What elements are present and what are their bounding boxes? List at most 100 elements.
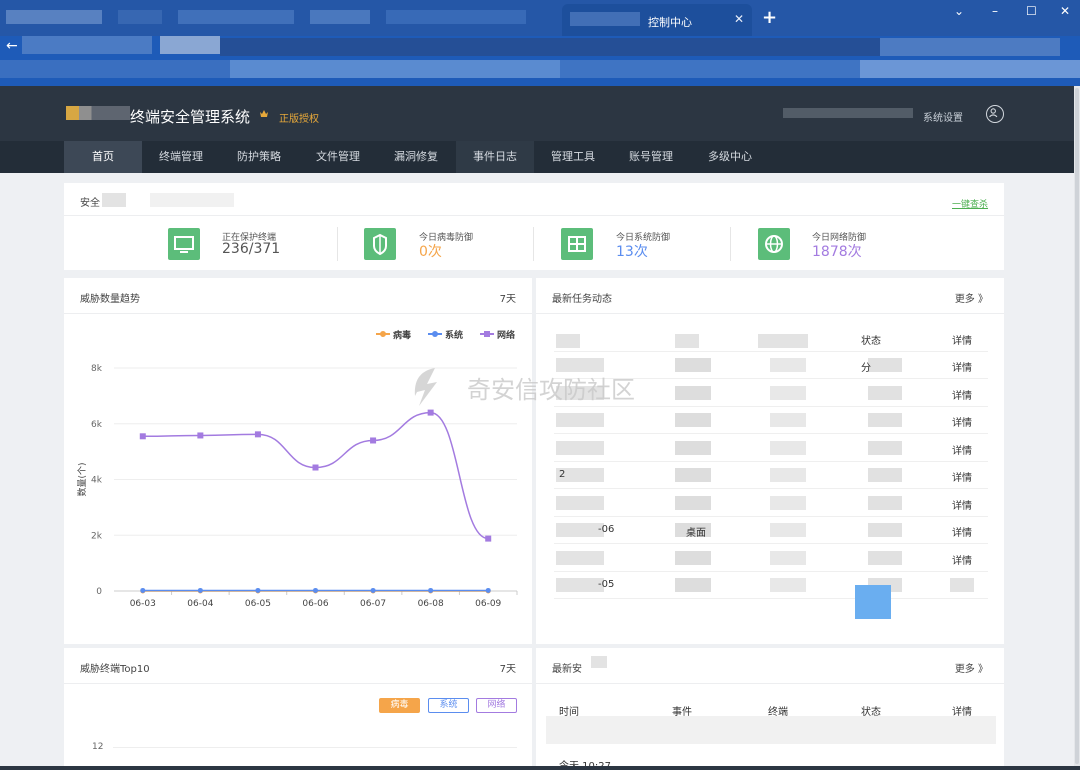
browser-address-bar: ← bbox=[0, 36, 1080, 86]
detail-link[interactable]: 详情 bbox=[952, 414, 972, 429]
tasks-more-link[interactable]: 更多 》 bbox=[955, 290, 988, 305]
shield-icon bbox=[364, 228, 396, 260]
blurred-cell bbox=[675, 385, 711, 400]
task-cell-text: 桌面 bbox=[686, 528, 706, 539]
data-point bbox=[254, 431, 261, 438]
nav-item-terminal[interactable]: 终端管理 bbox=[142, 141, 220, 173]
divider bbox=[536, 683, 1004, 684]
dropdown-icon[interactable]: ⌄ bbox=[954, 4, 964, 18]
legend-network[interactable]: 网络 bbox=[497, 328, 515, 341]
blurred-tab[interactable] bbox=[6, 10, 102, 24]
blurred-tab[interactable] bbox=[310, 10, 370, 24]
x-tick-label: 06-07 bbox=[360, 599, 386, 609]
stat-value: 0次 bbox=[419, 244, 442, 260]
nav-item-policy[interactable]: 防护策略 bbox=[220, 141, 298, 173]
blurred-bookmarks bbox=[230, 60, 560, 78]
data-point bbox=[313, 587, 318, 593]
blurred-header bbox=[556, 334, 580, 348]
divider bbox=[337, 227, 338, 261]
back-arrow-icon[interactable]: ← bbox=[6, 38, 18, 54]
nav-item-events[interactable]: 事件日志 bbox=[456, 141, 534, 173]
nav-item-tools[interactable]: 管理工具 bbox=[534, 141, 612, 173]
blurred-cell bbox=[868, 550, 902, 565]
nav-item-vuln[interactable]: 漏洞修复 bbox=[377, 141, 455, 173]
watermark-logo-icon bbox=[414, 368, 437, 406]
divider bbox=[730, 227, 731, 261]
blurred-cell bbox=[950, 578, 974, 592]
tab-blur bbox=[570, 12, 640, 26]
data-point bbox=[312, 464, 319, 471]
tab-close-icon[interactable]: ✕ bbox=[734, 12, 744, 26]
detail-link[interactable]: 详情 bbox=[952, 359, 972, 374]
blurred-text bbox=[102, 193, 126, 207]
maximize-icon[interactable]: ☐ bbox=[1026, 4, 1037, 18]
license-label: 正版授权 bbox=[279, 114, 319, 125]
detail-link[interactable]: 详情 bbox=[952, 469, 972, 484]
blurred-tab[interactable] bbox=[118, 10, 162, 24]
blurred-cell bbox=[770, 550, 806, 565]
blurred-row bbox=[546, 716, 996, 744]
x-tick-label: 06-08 bbox=[418, 599, 444, 609]
x-tick-label: 06-09 bbox=[475, 599, 501, 609]
blurred-cell bbox=[675, 578, 711, 592]
legend-system[interactable]: 系统 bbox=[445, 328, 463, 341]
data-point bbox=[139, 433, 146, 440]
filter-network-button[interactable]: 网络 bbox=[476, 698, 517, 713]
trend-range[interactable]: 7天 bbox=[500, 290, 516, 305]
row-divider bbox=[554, 570, 988, 572]
task-cell-text: 2 bbox=[559, 469, 566, 480]
y-tick-label: 4k bbox=[91, 476, 103, 486]
data-point bbox=[485, 587, 491, 593]
one-click-scan-link[interactable]: 一键查杀 bbox=[952, 197, 988, 210]
blurred-cell bbox=[770, 358, 806, 372]
blurred-status-icon bbox=[855, 585, 891, 619]
data-point bbox=[485, 535, 492, 542]
nav-item-multilevel[interactable]: 多级中心 bbox=[690, 141, 770, 173]
column-status: 状态 bbox=[861, 336, 881, 347]
blurred-address bbox=[880, 38, 1060, 56]
security-more-link[interactable]: 更多 》 bbox=[955, 660, 988, 675]
nav-item-accounts[interactable]: 账号管理 bbox=[612, 141, 690, 173]
scrollbar-thumb[interactable] bbox=[1075, 88, 1079, 764]
nav-item-home[interactable]: 首页 bbox=[64, 141, 142, 173]
detail-link[interactable]: 详情 bbox=[952, 497, 972, 512]
close-window-icon[interactable]: ✕ bbox=[1060, 4, 1070, 18]
legend-virus[interactable]: 病毒 bbox=[393, 328, 411, 341]
data-point bbox=[255, 587, 261, 593]
blurred-cell bbox=[868, 385, 902, 400]
stat-value: 236/371 bbox=[222, 241, 281, 257]
blurred-address[interactable] bbox=[22, 36, 152, 54]
blurred-cell bbox=[675, 413, 711, 427]
blurred-cell bbox=[868, 523, 902, 537]
task-cell-text: 分 bbox=[861, 363, 871, 374]
filter-system-button[interactable]: 系统 bbox=[428, 698, 469, 713]
nav-item-files[interactable]: 文件管理 bbox=[299, 141, 377, 173]
system-settings-link[interactable]: 系统设置 bbox=[923, 109, 963, 124]
security-status-panel: 安全 bbox=[64, 183, 1004, 270]
stat-value: 1878次 bbox=[812, 244, 862, 260]
top10-range[interactable]: 7天 bbox=[500, 660, 516, 675]
blurred-tab[interactable] bbox=[178, 10, 294, 24]
detail-link[interactable]: 详情 bbox=[952, 442, 972, 457]
user-avatar-icon[interactable] bbox=[986, 105, 1004, 123]
new-tab-button[interactable]: + bbox=[762, 7, 777, 28]
monitor-icon bbox=[168, 228, 200, 260]
blurred-cell bbox=[556, 495, 604, 510]
blurred-tab[interactable] bbox=[386, 10, 526, 24]
status-title: 安全 bbox=[80, 198, 100, 209]
globe-icon bbox=[758, 228, 790, 260]
page-scrollbar[interactable] bbox=[1074, 86, 1080, 770]
security-title: 最新安 bbox=[552, 664, 582, 675]
active-tab[interactable]: 控制中心 ✕ bbox=[562, 4, 752, 36]
app-title: 终端安全管理系统 bbox=[130, 108, 251, 126]
minimize-icon[interactable]: – bbox=[992, 4, 998, 18]
blurred-cell bbox=[675, 468, 711, 482]
detail-link[interactable]: 详情 bbox=[952, 387, 972, 402]
filter-virus-button[interactable]: 病毒 bbox=[379, 698, 420, 713]
detail-link[interactable]: 详情 bbox=[952, 552, 972, 567]
logo bbox=[66, 106, 130, 120]
data-point bbox=[197, 432, 204, 439]
detail-link[interactable]: 详情 bbox=[952, 524, 972, 539]
blurred-cell bbox=[675, 495, 711, 510]
stat-value: 13次 bbox=[616, 244, 648, 260]
